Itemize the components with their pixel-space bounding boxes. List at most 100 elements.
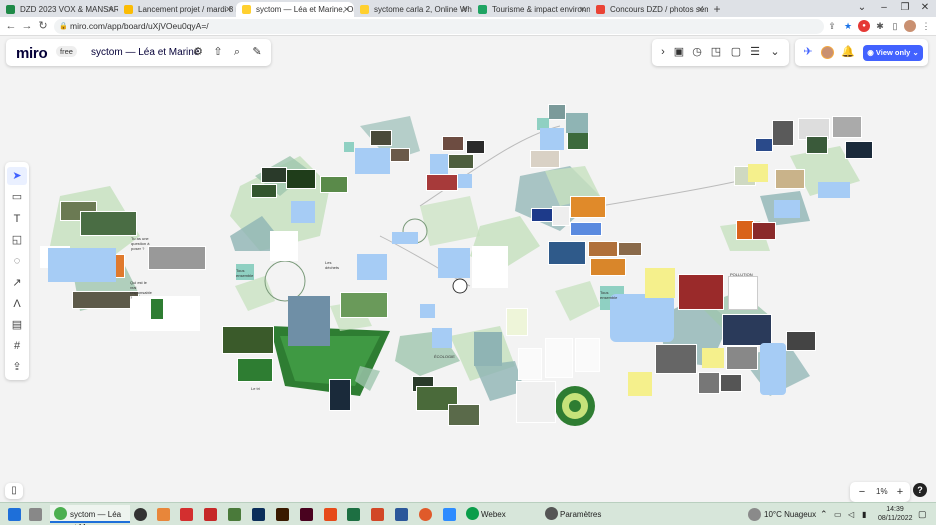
close-tab-icon[interactable]: ✕	[225, 2, 232, 17]
board-photo[interactable]	[530, 150, 560, 168]
sticky-note-tool-icon[interactable]: ◱	[7, 231, 27, 249]
clock[interactable]: 14:39 08/11/2022	[878, 505, 913, 523]
sticky-note[interactable]	[540, 128, 564, 150]
board-photo[interactable]	[506, 308, 528, 336]
chrome-menu-icon[interactable]: ⋮	[920, 20, 932, 32]
sticky-note[interactable]	[774, 200, 800, 218]
sticky-note[interactable]	[48, 248, 116, 282]
close-tab-icon[interactable]: ✕	[579, 2, 586, 17]
network-icon[interactable]: ▭	[834, 508, 842, 521]
board-title[interactable]: syctom — Léa et Marine	[91, 47, 199, 58]
sticky-note[interactable]	[566, 113, 588, 133]
share-icon[interactable]: ⇪	[826, 20, 838, 32]
board-photo[interactable]	[618, 242, 642, 256]
board-photo[interactable]	[448, 154, 474, 169]
settings-taskbar-item[interactable]: Paramètres	[542, 505, 622, 523]
zoom-in-icon[interactable]: +	[893, 485, 907, 499]
comment-tool-icon[interactable]: ▭	[7, 188, 27, 206]
board-photo[interactable]	[466, 140, 485, 154]
sticky-note[interactable]	[438, 248, 470, 278]
board-photo[interactable]	[516, 381, 556, 423]
chrome-taskbar-item[interactable]: syctom — Léa et M...	[50, 505, 130, 525]
sticky-note[interactable]	[430, 154, 448, 174]
indesign-icon[interactable]	[300, 508, 313, 521]
pen-tool-icon[interactable]: Λ	[7, 295, 27, 313]
sticky-note[interactable]	[392, 232, 418, 244]
board-photo[interactable]	[698, 372, 720, 394]
board-photo[interactable]	[655, 344, 697, 374]
board-photo[interactable]	[251, 184, 277, 198]
acrobat-icon[interactable]	[180, 508, 193, 521]
tray-chevron-icon[interactable]: ⌃	[820, 508, 828, 521]
profile-avatar[interactable]	[904, 20, 916, 32]
sticky-note[interactable]	[645, 268, 675, 298]
board-photo[interactable]	[726, 346, 758, 370]
app-icon[interactable]	[324, 508, 337, 521]
board-photo[interactable]	[775, 169, 805, 189]
panel-toggle[interactable]: ▯	[5, 483, 23, 499]
board-photo[interactable]	[320, 176, 348, 193]
more-tools-icon[interactable]: ⌄	[768, 45, 782, 59]
sticky-note[interactable]	[474, 332, 502, 366]
sticky-note[interactable]	[702, 348, 724, 368]
board-photo[interactable]	[329, 379, 351, 411]
board-photo[interactable]	[80, 211, 137, 236]
board-photo[interactable]	[472, 246, 508, 288]
close-tab-icon[interactable]: ✕	[461, 2, 468, 17]
vlc-icon[interactable]	[157, 508, 170, 521]
browser-tab[interactable]: Tourisme & impact environneme✕	[472, 2, 590, 17]
plan-badge[interactable]: free	[56, 46, 77, 57]
zoom-level[interactable]: 1%	[876, 487, 888, 496]
view-only-button[interactable]: ◉ View only ⌄	[863, 45, 923, 61]
board-photo[interactable]	[130, 296, 200, 331]
notifications-icon[interactable]: ▢	[918, 508, 927, 521]
board-photo[interactable]	[545, 338, 573, 378]
bookmark-star-icon[interactable]: ★	[842, 20, 854, 32]
forward-icon[interactable]: →	[20, 19, 34, 33]
board-photo[interactable]	[772, 120, 794, 146]
close-tab-icon[interactable]: ✕	[697, 2, 704, 17]
board-photo[interactable]	[590, 258, 626, 276]
board-photo[interactable]	[832, 116, 862, 138]
export-icon[interactable]: ⇧	[211, 45, 225, 59]
text-tool-icon[interactable]: T	[7, 210, 27, 228]
board-photo[interactable]	[548, 104, 566, 120]
board-photo[interactable]	[752, 222, 776, 240]
frames-icon[interactable]: ▣	[672, 45, 686, 59]
browser-tab[interactable]: Lancement projet / mardi 8 nove✕	[118, 2, 236, 17]
shapes-tool-icon[interactable]: ◌	[7, 252, 27, 270]
board-photo[interactable]	[261, 167, 287, 183]
board-photo[interactable]	[720, 374, 742, 392]
excel-icon[interactable]	[347, 508, 360, 521]
present-icon[interactable]: ◳	[709, 45, 723, 59]
board-photo[interactable]	[237, 358, 273, 382]
board-photo[interactable]	[370, 130, 392, 146]
templates-tool-icon[interactable]: ▤	[7, 316, 27, 334]
board-photo[interactable]	[570, 196, 606, 218]
weather-icon[interactable]	[748, 508, 761, 521]
sticky-note[interactable]	[355, 148, 390, 174]
upload-tool-icon[interactable]: ⇪	[7, 358, 27, 376]
notes-icon[interactable]: ☰	[748, 45, 762, 59]
board-photo[interactable]	[588, 241, 618, 257]
url-field[interactable]: 🔒 miro.com/app/board/uXjVOeu0qyA=/	[54, 19, 824, 34]
board-photo[interactable]	[442, 136, 464, 151]
board-photo[interactable]	[722, 314, 772, 346]
board-photo[interactable]	[222, 326, 274, 354]
close-tab-icon[interactable]: ✕	[343, 2, 350, 17]
extensions-puzzle-icon[interactable]: ✱	[874, 20, 886, 32]
obs-icon[interactable]	[134, 508, 147, 521]
miro-logo[interactable]: miro	[16, 45, 48, 62]
browser-tab[interactable]: Concours DZD / photos séminaire✕	[590, 2, 708, 17]
board-photo[interactable]	[575, 338, 600, 372]
notifications-bell-icon[interactable]: 🔔	[841, 45, 855, 59]
board-canvas[interactable]: Tu as une question à poser ? Tous ensemb…	[0, 36, 936, 502]
board-photo[interactable]	[148, 246, 206, 270]
frame-tool-icon[interactable]: #	[7, 337, 27, 355]
collapse-chevron-icon[interactable]: ›	[656, 45, 670, 59]
zoom-app-icon[interactable]	[443, 508, 456, 521]
connector-tool-icon[interactable]: ↗	[7, 274, 27, 292]
board-photo[interactable]	[678, 274, 724, 310]
sticky-note[interactable]	[760, 343, 786, 395]
board-photo[interactable]	[552, 206, 570, 226]
